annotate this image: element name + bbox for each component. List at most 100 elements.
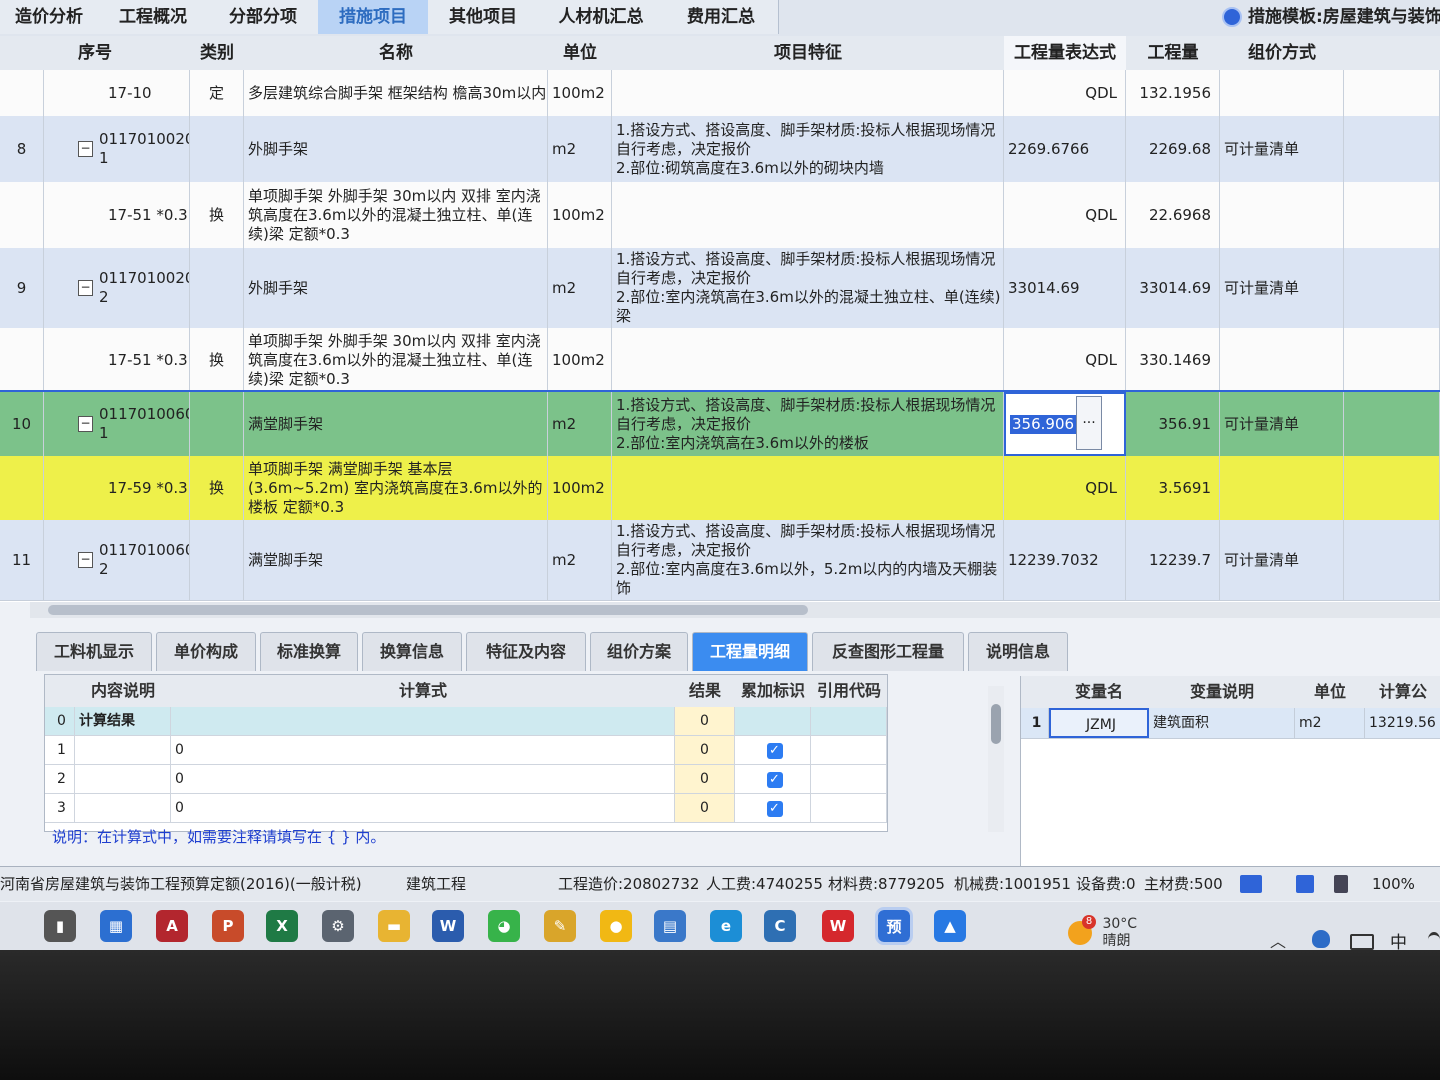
detail-cell-null[interactable] [811,765,887,793]
detail-row[interactable]: 0 计算结果 0 [45,707,887,736]
store-icon[interactable]: ▦ [100,910,132,942]
calc-app-icon[interactable]: ▤ [654,910,686,942]
cell-method[interactable]: 可计量清单 [1220,248,1344,328]
tab-6[interactable]: 费用汇总 [664,0,779,34]
detail-cell-formula[interactable]: 0 [171,736,675,764]
checkbox-checked-icon[interactable]: ✓ [766,743,783,759]
access-icon[interactable]: A [156,910,188,942]
variables-cell-unit[interactable]: m2 [1295,708,1365,738]
cell-seq[interactable]: 10 [0,392,44,456]
detail-cell-null[interactable] [811,707,887,735]
excel-icon[interactable]: X [266,910,298,942]
cell-unit[interactable]: m2 [548,116,612,182]
notes-icon[interactable]: ✎ [544,910,576,942]
columns-icon[interactable] [1334,875,1348,893]
cell-name[interactable]: 满堂脚手架 [244,520,548,600]
collapse-icon[interactable]: − [78,280,93,296]
budget-app-icon[interactable]: 预 [875,907,913,945]
cell-feature[interactable]: 1.搭设方式、搭设高度、脚手架材质:投标人根据现场情况自行考虑，决定报价 2.部… [612,520,1004,600]
checkbox-checked-icon[interactable]: ✓ [766,801,783,817]
bottom-tab-0[interactable]: 工料机显示 [36,632,152,671]
detail-header[interactable] [45,675,76,708]
detail-cell-idx[interactable]: 3 [45,794,75,822]
cell-seq[interactable] [0,456,44,520]
cell-expr[interactable]: 356.906 ··· [1004,392,1126,456]
cell-qty[interactable]: 12239.7 [1126,520,1220,600]
cell-expr[interactable]: 12239.7032 [1004,520,1126,600]
cell-feature[interactable] [612,182,1004,248]
cell-name[interactable]: 单项脚手架 外脚手架 30m以内 双排 室内浇筑高度在3.6m以外的混凝土独立柱… [244,182,548,248]
tab-0[interactable]: 造价分析 [0,0,99,34]
detail-cell-desc[interactable] [75,736,171,764]
cell-name[interactable]: 满堂脚手架 [244,392,548,456]
variables-header[interactable]: 变量名 [1049,676,1150,709]
variables-cell-idx[interactable]: 1 [1021,708,1049,738]
cell-qty[interactable]: 132.1956 [1126,70,1220,116]
cell-cat[interactable] [190,248,244,328]
collapse-icon[interactable]: − [78,552,93,568]
powerpoint-icon[interactable]: P [212,910,244,942]
cell-name[interactable]: 外脚手架 [244,116,548,182]
cell-code[interactable]: 17-51 *0.3 [44,182,190,248]
shield-icon[interactable] [1312,930,1330,948]
horizontal-scrollbar[interactable] [30,602,1440,618]
variables-header[interactable]: 单位 [1295,676,1366,709]
cell-qty[interactable]: 3.5691 [1126,456,1220,520]
cell-code[interactable]: 17-51 *0.3 [44,328,190,392]
zoom-level[interactable]: 100% [1372,867,1415,901]
detail-cell-desc[interactable] [75,794,171,822]
cell-qty[interactable]: 2269.68 [1126,116,1220,182]
cell-code[interactable]: 17-10 [44,70,190,116]
detail-cell-null[interactable]: ✓ [735,765,811,793]
bottom-tab-1[interactable]: 单价构成 [156,632,256,671]
bottom-tab-7[interactable]: 反查图形工程量 [812,632,964,671]
checkbox-checked-icon[interactable]: ✓ [766,772,783,788]
column-header[interactable]: 类别 [190,36,245,71]
table-row[interactable]: 8 −01170100200 1 外脚手架 m2 1.搭设方式、搭设高度、脚手架材质:投… [0,116,1440,183]
detail-cell-idx[interactable]: 0 [45,707,75,735]
cell-qty[interactable]: 33014.69 [1126,248,1220,328]
cell-code[interactable]: −01170100600 1 [44,392,190,456]
cell-method[interactable] [1220,328,1344,392]
cell-unit[interactable]: m2 [548,392,612,456]
cell-unit[interactable]: 100m2 [548,182,612,248]
detail-cell-null[interactable] [811,794,887,822]
keyboard-icon[interactable] [1350,934,1374,950]
cell-method[interactable] [1220,456,1344,520]
detail-cell-idx[interactable]: 2 [45,765,75,793]
graduation-app-icon[interactable]: ▲ [934,910,966,942]
column-header[interactable]: 工程量表达式 [1004,36,1127,73]
detail-cell-null[interactable] [735,707,811,735]
table-row[interactable]: 11 −01170100600 2 满堂脚手架 m2 1.搭设方式、搭设高度、脚手架材质… [0,520,1440,601]
cell-feature[interactable]: 1.搭设方式、搭设高度、脚手架材质:投标人根据现场情况自行考虑，决定报价 2.部… [612,116,1004,182]
detail-cell-formula[interactable]: 0 [171,794,675,822]
cell-cat[interactable] [190,116,244,182]
tab-4[interactable]: 其他项目 [428,0,539,34]
cell-cat[interactable] [190,520,244,600]
cell-method[interactable]: 可计量清单 [1220,392,1344,456]
cell-seq[interactable]: 8 [0,116,44,182]
variables-row[interactable]: 1 JZMJ 建筑面积 m2 13219.56 [1021,708,1440,739]
detail-row[interactable]: 2 0 0 ✓ [45,765,887,794]
cell-feature[interactable]: 1.搭设方式、搭设高度、脚手架材质:投标人根据现场情况自行考虑，决定报价 2.部… [612,248,1004,328]
variables-cell-name[interactable]: JZMJ [1049,708,1149,738]
detail-header[interactable]: 计算式 [171,675,676,708]
detail-cell-null[interactable]: ✓ [735,794,811,822]
collapse-icon[interactable]: − [78,141,93,157]
template-label[interactable]: 措施模板:房屋建筑与装饰 [1222,0,1440,34]
table-row[interactable]: 17-59 *0.3 换 单项脚手架 满堂脚手架 基本层(3.6m~5.2m) 室内… [0,456,1440,521]
cell-seq[interactable] [0,328,44,392]
cell-unit[interactable]: m2 [548,248,612,328]
cell-seq[interactable] [0,70,44,116]
word-icon[interactable]: W [432,910,464,942]
detail-row[interactable]: 3 0 0 ✓ [45,794,887,823]
cad-icon[interactable]: C [764,910,796,942]
cell-cat[interactable]: 定 [190,70,244,116]
wifi-icon[interactable] [1428,932,1440,947]
weather-widget[interactable]: 8 30°C 晴朗 [1068,915,1137,950]
ime-indicator[interactable]: 中 [1390,928,1407,950]
cell-unit[interactable]: 100m2 [548,456,612,520]
cell-qty[interactable]: 330.1469 [1126,328,1220,392]
tab-3[interactable]: 措施项目 [318,0,429,34]
scroll-thumb[interactable] [991,704,1001,744]
